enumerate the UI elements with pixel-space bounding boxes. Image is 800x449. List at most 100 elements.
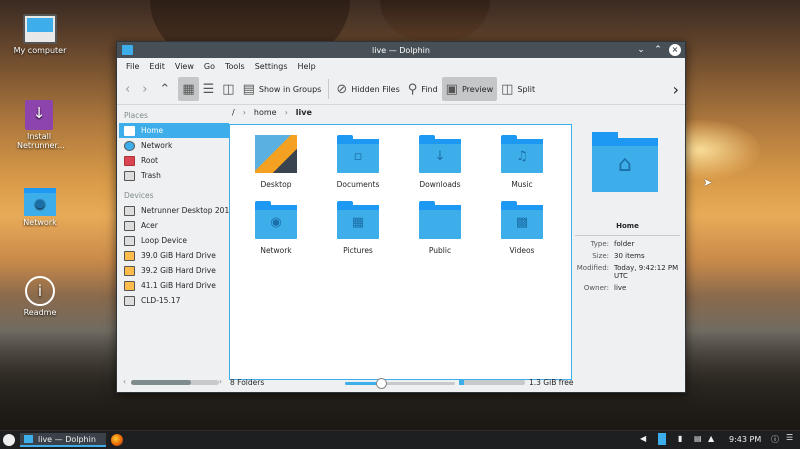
sidebar-item-device[interactable]: Netrunner Desktop 2017 xyxy=(119,203,229,218)
network-folder-icon: ◉ xyxy=(255,201,297,239)
desktop-icon-install[interactable]: ↓ Install Netrunner... xyxy=(4,100,74,150)
back-button[interactable]: ‹ xyxy=(121,77,138,101)
menu-view[interactable]: View xyxy=(170,62,199,71)
split-button[interactable]: ◫ Split xyxy=(497,77,539,101)
file-item[interactable]: ◉ Network xyxy=(235,201,317,255)
breadcrumb-current[interactable]: live xyxy=(296,108,312,117)
volume-icon[interactable]: ◀ xyxy=(640,434,646,443)
sidebar-item-root[interactable]: Root xyxy=(119,153,229,168)
file-item[interactable]: Public xyxy=(399,201,481,255)
firefox-icon[interactable] xyxy=(111,434,123,446)
menu-settings[interactable]: Settings xyxy=(250,62,293,71)
desktop-icon-label: My computer xyxy=(13,46,67,55)
menu-go[interactable]: Go xyxy=(199,62,220,71)
breadcrumb: / › home › live xyxy=(232,108,312,117)
desktop-icon-network[interactable]: ● Network xyxy=(5,188,75,227)
forward-button[interactable]: › xyxy=(138,77,155,101)
sidebar-item-label: Network xyxy=(141,141,173,150)
sidebar-item-trash[interactable]: Trash xyxy=(119,168,229,183)
file-item[interactable]: ▫ Documents xyxy=(317,135,399,189)
device-icon[interactable]: ▤ xyxy=(694,434,702,443)
desktop-icon-readme[interactable]: i Readme xyxy=(5,276,75,317)
toolbar-separator xyxy=(328,79,330,99)
app-launcher-icon[interactable] xyxy=(3,434,15,446)
info-icon[interactable]: ⓘ xyxy=(771,434,779,445)
places-header: Places xyxy=(124,111,148,120)
sidebar-item-label: 39.0 GiB Hard Drive xyxy=(141,251,216,260)
places-sidebar: Places Home Network Root Trash Devices N… xyxy=(119,105,229,365)
menu-help[interactable]: Help xyxy=(293,62,321,71)
details-view-icon: ◫ xyxy=(222,81,235,97)
sidebar-item-device[interactable]: Acer xyxy=(119,218,229,233)
optical-disc-icon xyxy=(124,295,135,306)
documents-folder-icon: ▫ xyxy=(337,135,379,173)
hidden-files-label: Hidden Files xyxy=(351,84,400,94)
hidden-files-button[interactable]: ⊘ Hidden Files xyxy=(332,77,403,101)
sidebar-item-device[interactable]: 41.1 GiB Hard Drive xyxy=(119,278,229,293)
scroll-right-icon[interactable]: › xyxy=(219,377,222,386)
close-icon[interactable]: × xyxy=(669,44,681,56)
file-view[interactable]: Desktop ▫ Documents ↓ Downloads ♫ Music … xyxy=(229,124,572,380)
find-button[interactable]: ⚲ Find xyxy=(404,77,442,101)
music-folder-icon: ♫ xyxy=(501,135,543,173)
scroll-left-icon[interactable]: ‹ xyxy=(123,377,126,386)
breadcrumb-root[interactable]: / xyxy=(232,108,235,117)
file-item[interactable]: ▩ Videos xyxy=(481,201,563,255)
sidebar-item-device[interactable]: 39.2 GiB Hard Drive xyxy=(119,263,229,278)
split-label: Split xyxy=(517,84,536,94)
minimize-icon[interactable]: ⌄ xyxy=(635,44,647,56)
file-item[interactable]: ↓ Downloads xyxy=(399,135,481,189)
toolbar-overflow-button[interactable]: › xyxy=(669,77,683,101)
menu-tools[interactable]: Tools xyxy=(220,62,250,71)
sidebar-scrollbar[interactable] xyxy=(131,380,219,385)
trash-icon xyxy=(124,170,135,181)
sidebar-item-device[interactable]: 39.0 GiB Hard Drive xyxy=(119,248,229,263)
computer-icon xyxy=(23,14,57,44)
file-item[interactable]: ▦ Pictures xyxy=(317,201,399,255)
info-key: Size: xyxy=(592,252,609,260)
menu-edit[interactable]: Edit xyxy=(144,62,170,71)
clipboard-icon[interactable]: ▮ xyxy=(678,434,682,443)
breadcrumb-home[interactable]: home xyxy=(254,108,277,117)
desktop-folder-icon xyxy=(255,135,297,173)
split-icon: ◫ xyxy=(501,81,514,97)
titlebar[interactable]: live — Dolphin ⌄ ⌃ × xyxy=(117,42,685,58)
bluetooth-icon[interactable] xyxy=(658,433,666,445)
sidebar-item-device[interactable]: CLD-15.17 xyxy=(119,293,229,308)
pictures-folder-icon: ▦ xyxy=(337,201,379,239)
chevron-right-icon: › xyxy=(672,79,679,99)
file-item[interactable]: Desktop xyxy=(235,135,317,189)
file-item[interactable]: ♫ Music xyxy=(481,135,563,189)
forward-arrow-icon: › xyxy=(142,81,148,97)
tray-expand-icon[interactable]: ▲ xyxy=(708,434,714,443)
root-folder-icon xyxy=(124,155,135,166)
maximize-icon[interactable]: ⌃ xyxy=(652,44,664,56)
info-row-modified: Modified: Today, 9:42:12 PM UTC xyxy=(575,264,680,280)
up-arrow-icon: ⌃ xyxy=(159,81,171,97)
sidebar-item-network[interactable]: Network xyxy=(119,138,229,153)
sidebar-item-label: 39.2 GiB Hard Drive xyxy=(141,266,216,275)
menu-icon[interactable]: ☰ xyxy=(786,433,793,442)
menu-file[interactable]: File xyxy=(121,62,144,71)
preview-button[interactable]: ▣ Preview xyxy=(441,77,498,101)
folder-count: 8 Folders xyxy=(230,378,265,387)
clock[interactable]: 9:43 PM xyxy=(729,435,761,444)
dolphin-app-icon xyxy=(24,435,33,443)
compact-view-icon: ☰ xyxy=(202,81,215,97)
show-in-groups-button[interactable]: ▤ Show in Groups xyxy=(239,77,326,101)
task-label: live — Dolphin xyxy=(38,434,96,444)
task-dolphin[interactable]: live — Dolphin xyxy=(20,433,106,447)
icons-view-button[interactable]: ▦ xyxy=(178,77,199,101)
compact-view-button[interactable]: ☰ xyxy=(199,77,219,101)
zoom-slider[interactable] xyxy=(345,378,455,389)
videos-folder-icon: ▩ xyxy=(501,201,543,239)
desktop-icon-my-computer[interactable]: My computer xyxy=(5,14,75,55)
sidebar-item-device[interactable]: Loop Device xyxy=(119,233,229,248)
downloads-folder-icon: ↓ xyxy=(419,135,461,173)
sidebar-item-home[interactable]: Home xyxy=(119,123,229,138)
window-title: live — Dolphin xyxy=(372,45,430,55)
details-view-button[interactable]: ◫ xyxy=(218,77,238,101)
zoom-slider-handle[interactable] xyxy=(376,378,387,389)
mouse-cursor: ➤ xyxy=(703,176,713,189)
up-button[interactable]: ⌃ xyxy=(155,77,178,101)
